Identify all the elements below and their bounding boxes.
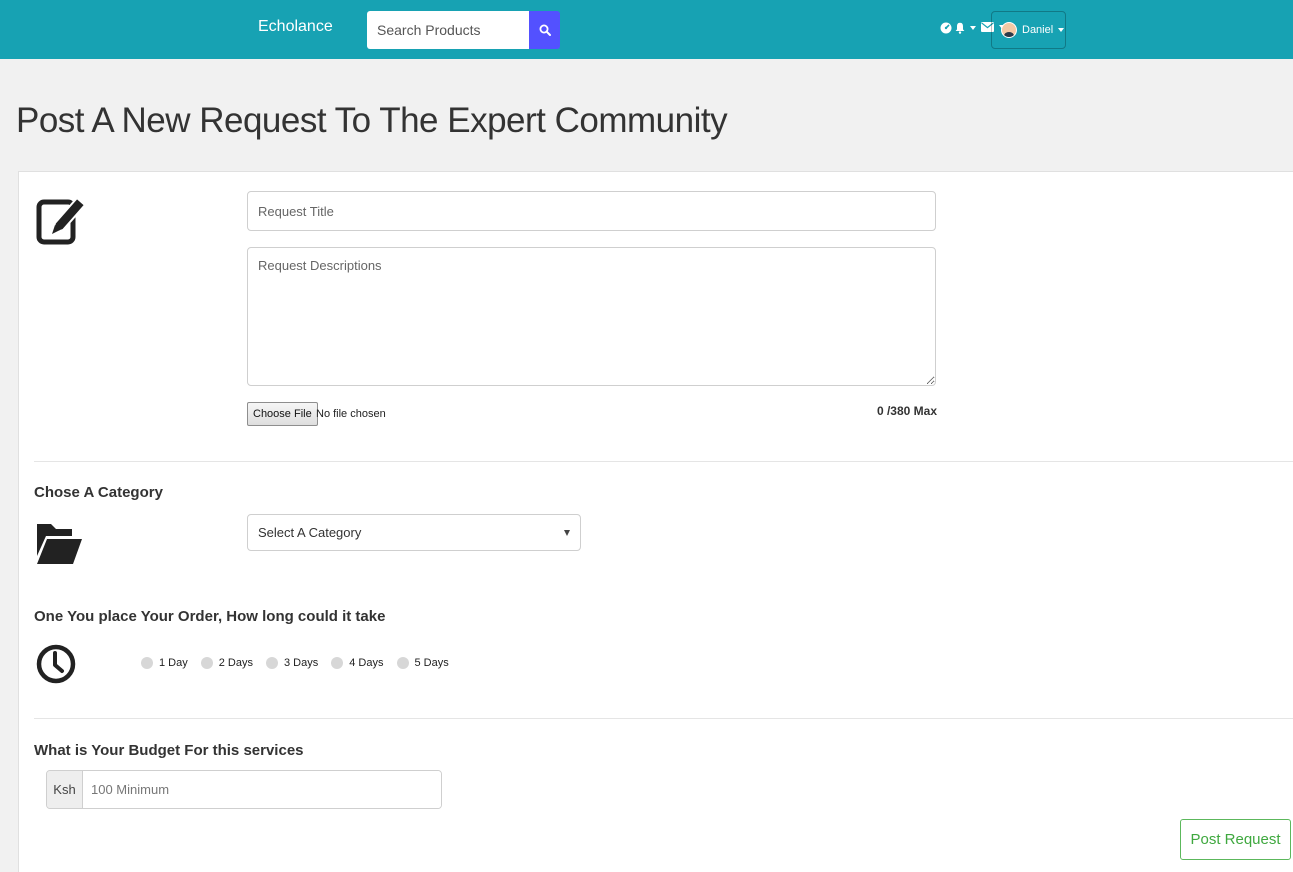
budget-label: What is Your Budget For this services (34, 742, 304, 759)
file-status: No file chosen (316, 408, 386, 420)
duration-option-1[interactable]: 1 Day (141, 657, 188, 669)
radio-button[interactable] (331, 657, 344, 669)
request-form-card: Choose File No file chosen 0 /380 Max Ch… (18, 171, 1293, 872)
search-button[interactable] (529, 11, 560, 49)
page-title: Post A New Request To The Expert Communi… (16, 101, 728, 140)
brand-logo[interactable]: Echolance (258, 18, 333, 36)
top-navbar: Echolance Daniel (0, 0, 1293, 59)
duration-label: One You place Your Order, How long could… (34, 608, 386, 625)
category-select-value: Select A Category (258, 525, 362, 540)
user-menu[interactable]: Daniel (991, 11, 1066, 49)
budget-input[interactable] (83, 771, 441, 808)
avatar (1001, 22, 1017, 38)
user-name: Daniel (1022, 24, 1054, 36)
section-divider (34, 461, 1293, 462)
radio-button[interactable] (200, 657, 213, 669)
char-count: 0 /380 Max (876, 404, 937, 418)
request-title-input[interactable] (247, 191, 936, 231)
section-divider (34, 718, 1293, 719)
dashboard-icon[interactable] (940, 22, 952, 34)
search-input[interactable] (367, 11, 530, 49)
chevron-down-icon (1058, 28, 1065, 32)
chevron-down-icon (970, 26, 976, 30)
clock-icon (36, 644, 76, 684)
chevron-down-icon (564, 529, 570, 536)
bell-icon (955, 22, 965, 34)
search-icon (539, 24, 551, 36)
post-request-button[interactable]: Post Request (1180, 819, 1291, 860)
edit-icon (36, 196, 84, 245)
duration-option-2[interactable]: 2 Days (200, 657, 253, 669)
radio-button[interactable] (266, 657, 278, 669)
category-select[interactable]: Select A Category (247, 514, 581, 551)
category-label: Chose A Category (34, 484, 163, 501)
duration-radio-group: 1 Day 2 Days 3 Days 4 Days 5 Days (141, 657, 462, 669)
duration-option-4[interactable]: 4 Days (331, 657, 384, 669)
folder-open-icon (37, 524, 82, 564)
notifications-menu[interactable] (955, 22, 976, 34)
duration-option-5[interactable]: 5 Days (396, 657, 449, 669)
budget-input-group: Ksh (46, 770, 442, 809)
request-description-textarea[interactable] (247, 247, 936, 386)
choose-file-button[interactable]: Choose File (247, 402, 318, 426)
radio-button[interactable] (396, 657, 409, 669)
radio-button[interactable] (141, 657, 153, 669)
duration-option-3[interactable]: 3 Days (266, 657, 318, 669)
currency-addon: Ksh (47, 771, 83, 808)
